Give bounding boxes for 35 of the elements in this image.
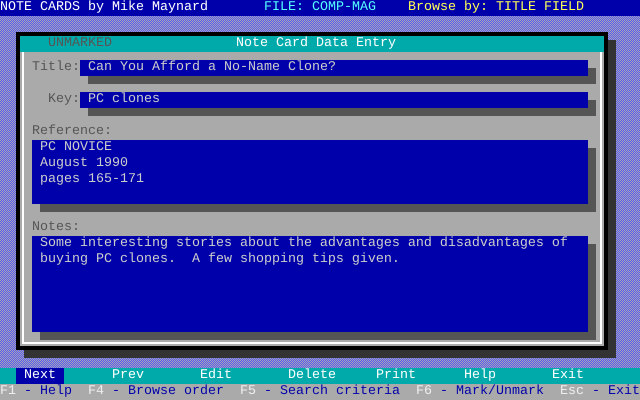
dialog-title: Note Card Data Entry [236,36,396,52]
shortcut-key: F4 [88,384,104,400]
text-line: pages 165-171 [40,172,145,188]
browse-mode: Browse by: TITLE FIELD [408,0,584,16]
shortcut-key: F5 [240,384,256,400]
field-label: Reference: [32,124,113,140]
input-field[interactable]: PC clones [80,92,588,108]
input-field[interactable]: Can You Afford a No-Name Clone? [80,60,588,76]
shortcut-label: - Browse order [112,384,224,400]
shortcut-key: Esc [560,384,584,400]
text-area[interactable]: Some interesting stories about the advantages and disadvantages of buying PC clones. A few shopping tips given. [32,236,588,332]
menu-item[interactable]: Print [368,368,456,384]
shortcut-label: - Help [24,384,72,400]
shortcut-label: - Exit [592,384,640,400]
menu-item[interactable]: Exit [544,368,632,384]
field-label: Title: [32,60,80,76]
field-label: Key: [47,92,80,108]
text-line: buying PC clones. A few shopping tips given. [40,252,401,268]
text-line: August 1990 [40,156,129,172]
app-title: NOTE CARDS by Mike Maynard [0,0,209,16]
menu-item[interactable]: Prev [104,368,192,384]
menu-item[interactable]: Edit [192,368,280,384]
shortcut-key: F6 [416,384,432,400]
shortcut-key: F1 [0,384,16,400]
text-line: Some interesting stories about the advantages and disadvantages of [40,236,569,252]
menu-item[interactable]: Next [16,368,64,384]
field-label: Notes: [32,220,81,236]
menu-item[interactable]: Delete [280,368,368,384]
shortcut-label: - Mark/Unmark [440,384,544,400]
menu-item[interactable]: Help [456,368,544,384]
shortcut-label: - Search criteria [264,384,400,400]
text-line: PC NOVICE [40,140,113,156]
file-name: FILE: COMP-MAG [264,0,377,16]
text-area[interactable]: PC NOVICE August 1990 pages 165-171 [32,140,588,204]
mark-status: UNMARKED [48,36,113,52]
